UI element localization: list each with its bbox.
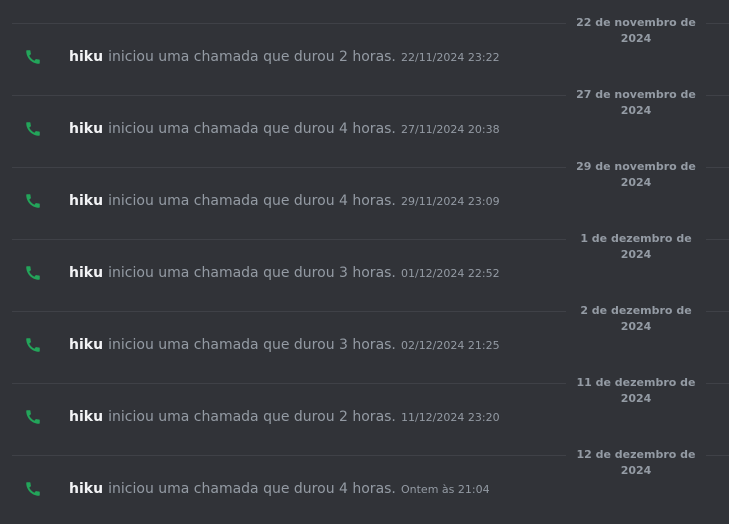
message-timestamp[interactable]: 27/11/2024 20:38 [401,123,500,136]
call-message[interactable]: hiku iniciou uma chamada que durou 4 hor… [0,185,729,213]
message-content: iniciou uma chamada que durou 4 horas. [108,121,396,137]
date-divider: 29 de novembro de 2024 [12,159,729,191]
call-message[interactable]: hiku iniciou uma chamada que durou 3 hor… [0,257,729,285]
phone-icon [26,482,40,496]
chat-messages: 22 de novembro de 2024 hiku iniciou uma … [0,0,729,524]
message-timestamp[interactable]: 01/12/2024 22:52 [401,267,500,280]
message-author[interactable]: hiku [69,193,103,209]
message-author[interactable]: hiku [69,409,103,425]
date-divider: 11 de dezembro de 2024 [12,375,729,407]
day-block: 11 de dezembro de 2024 hiku iniciou uma … [0,375,729,455]
call-message[interactable]: hiku iniciou uma chamada que durou 4 hor… [0,473,729,501]
date-divider: 22 de novembro de 2024 [12,15,729,47]
date-divider: 12 de dezembro de 2024 [12,447,729,479]
phone-icon [26,410,40,424]
message-author[interactable]: hiku [69,337,103,353]
phone-icon [26,194,40,208]
phone-icon [26,338,40,352]
date-divider: 27 de novembro de 2024 [12,87,729,119]
message-timestamp[interactable]: 11/12/2024 23:20 [401,411,500,424]
message-author[interactable]: hiku [69,265,103,281]
message-content: iniciou uma chamada que durou 3 horas. [108,337,396,353]
message-author[interactable]: hiku [69,49,103,65]
message-content: iniciou uma chamada que durou 4 horas. [108,193,396,209]
day-block: 2 de dezembro de 2024 hiku iniciou uma c… [0,303,729,383]
message-content: iniciou uma chamada que durou 2 horas. [108,49,396,65]
date-divider: 2 de dezembro de 2024 [12,303,729,335]
message-author[interactable]: hiku [69,481,103,497]
call-message[interactable]: hiku iniciou uma chamada que durou 2 hor… [0,401,729,429]
day-block: 29 de novembro de 2024 hiku iniciou uma … [0,159,729,239]
message-author[interactable]: hiku [69,121,103,137]
day-block: 22 de novembro de 2024 hiku iniciou uma … [0,15,729,95]
date-divider: 1 de dezembro de 2024 [12,231,729,263]
phone-icon [26,266,40,280]
message-timestamp[interactable]: Ontem às 21:04 [401,483,490,496]
day-block: 1 de dezembro de 2024 hiku iniciou uma c… [0,231,729,311]
call-message[interactable]: hiku iniciou uma chamada que durou 3 hor… [0,329,729,357]
day-block: 27 de novembro de 2024 hiku iniciou uma … [0,87,729,167]
message-timestamp[interactable]: 22/11/2024 23:22 [401,51,500,64]
message-content: iniciou uma chamada que durou 2 horas. [108,409,396,425]
message-content: iniciou uma chamada que durou 3 horas. [108,265,396,281]
call-message[interactable]: hiku iniciou uma chamada que durou 2 hor… [0,41,729,69]
phone-icon [26,122,40,136]
message-timestamp[interactable]: 29/11/2024 23:09 [401,195,500,208]
day-block: 12 de dezembro de 2024 hiku iniciou uma … [0,447,729,524]
message-timestamp[interactable]: 02/12/2024 21:25 [401,339,500,352]
call-message[interactable]: hiku iniciou uma chamada que durou 4 hor… [0,113,729,141]
phone-icon [26,50,40,64]
message-content: iniciou uma chamada que durou 4 horas. [108,481,396,497]
